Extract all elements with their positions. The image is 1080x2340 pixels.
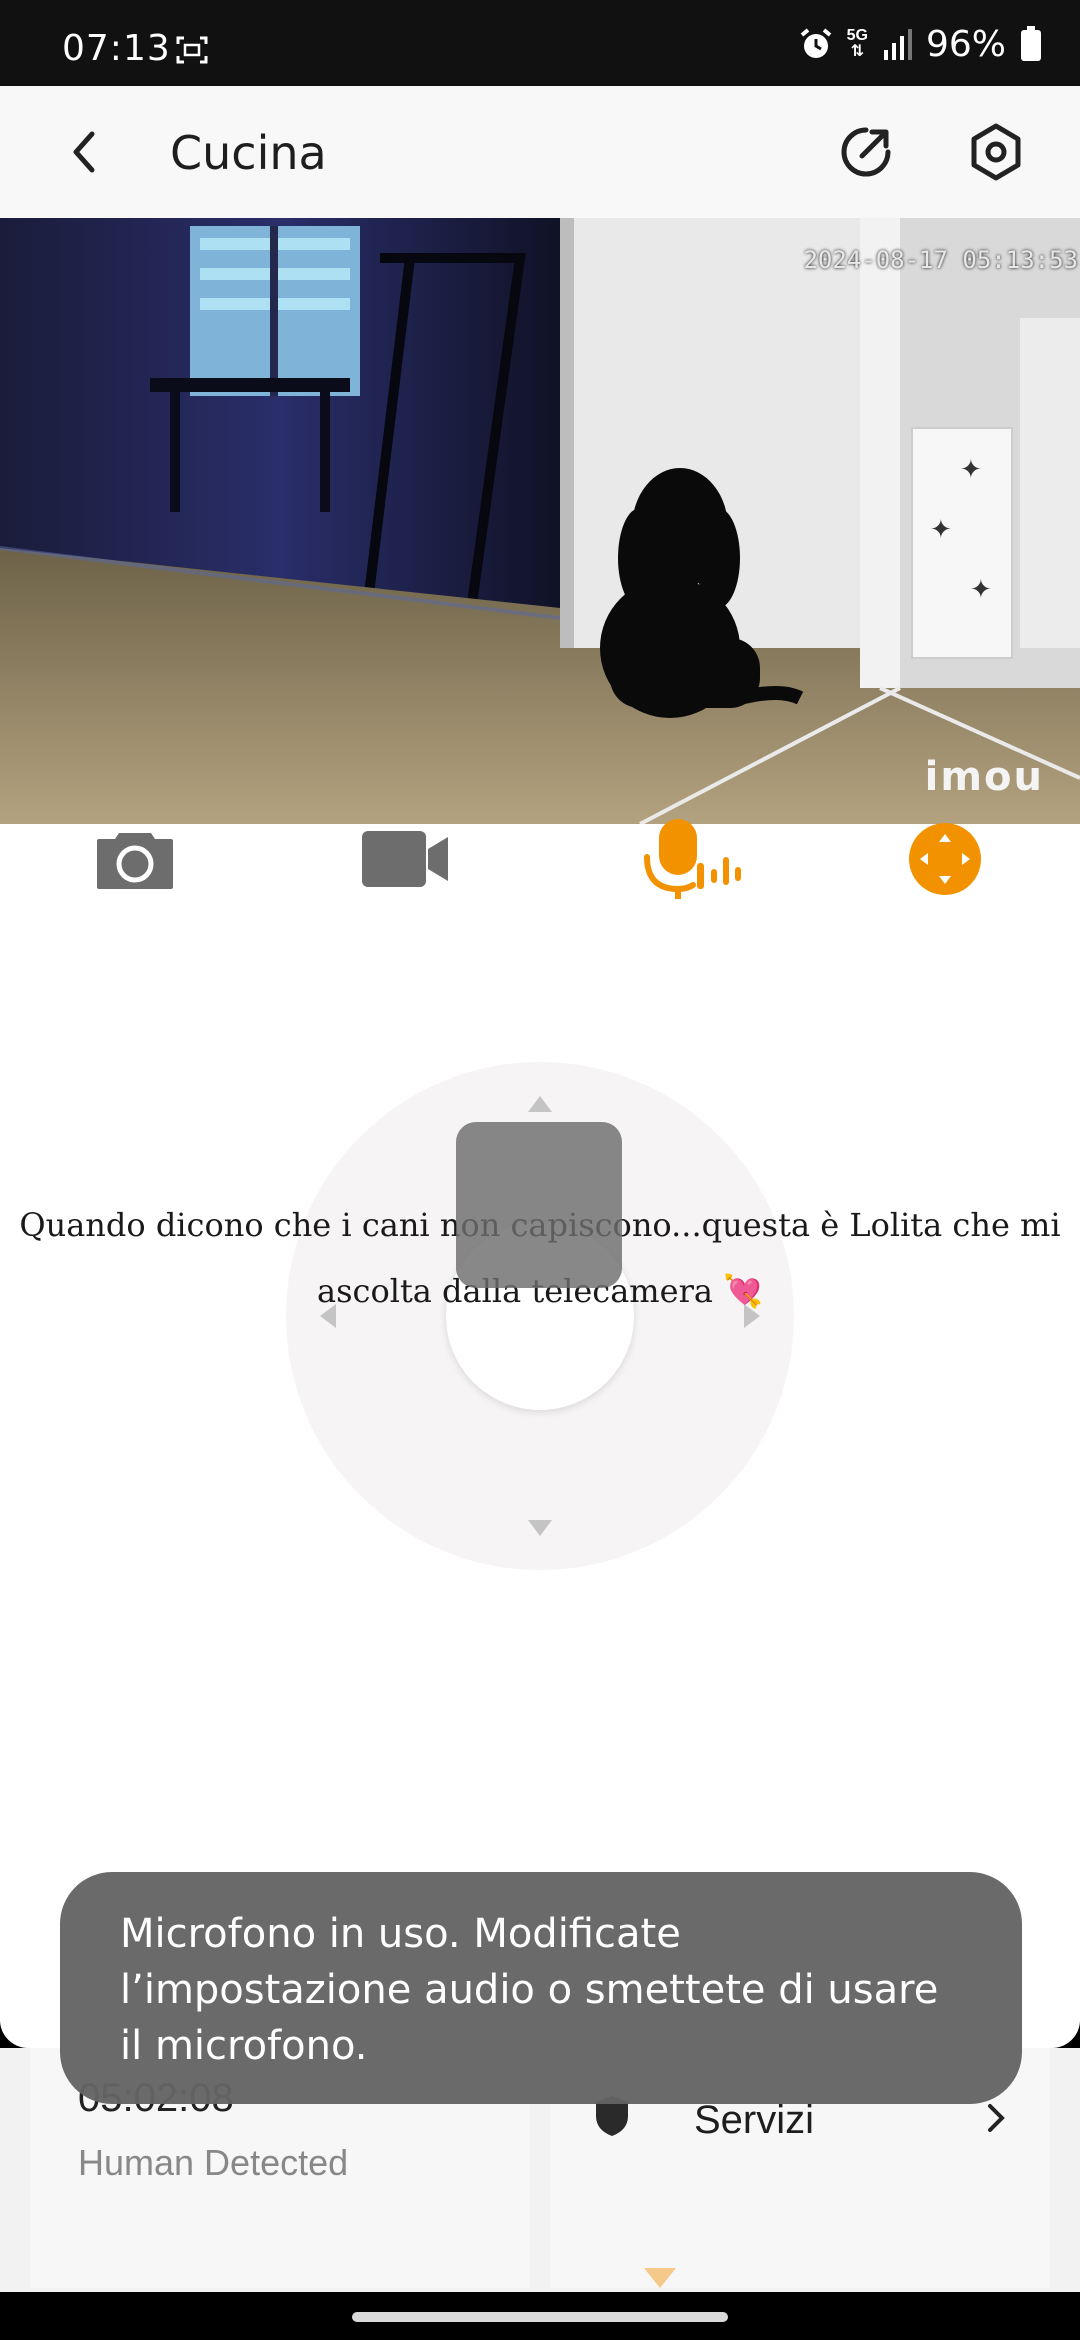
share-icon[interactable] — [836, 122, 896, 182]
battery-icon — [1021, 26, 1041, 61]
talk-button[interactable] — [636, 804, 746, 914]
record-button[interactable] — [350, 804, 460, 914]
home-indicator[interactable] — [352, 2312, 728, 2322]
video-frame: ✦ ✦ ✦ — [0, 218, 1080, 824]
svg-text:✦: ✦ — [960, 455, 982, 485]
page-title: Cucina — [170, 126, 327, 180]
event-type: Human Detected — [78, 2142, 349, 2183]
imou-watermark-logo: imou — [924, 754, 1044, 800]
status-bar: 07:13 5G ⇅ 96% — [0, 0, 1080, 86]
chevron-right-icon — [988, 2104, 1005, 2132]
live-video-feed[interactable]: ✦ ✦ ✦ 2024-08-17 05:13:53 imou — [0, 218, 1080, 824]
battery-percent: 96% — [925, 23, 1006, 65]
back-arrow-icon[interactable] — [56, 122, 116, 182]
talk-icon — [644, 819, 741, 899]
microphone-in-use-toast: Microfono in uso. Modificate l’impostazi… — [60, 1872, 1022, 2104]
video-record-icon — [362, 831, 448, 887]
control-toolbar — [0, 804, 1080, 934]
status-time: 07:13 — [62, 28, 171, 69]
toast-message: Microfono in uso. Modificate l’impostazi… — [120, 1911, 939, 2069]
signal-icon — [883, 29, 912, 60]
ptz-button[interactable] — [890, 804, 1000, 914]
screen-record-icon — [176, 36, 208, 64]
camera-icon — [97, 833, 173, 889]
camera-live-screen: Cucina ✦ ✦ ✦ 2024-08-17 05:13:53 imou Qu… — [0, 86, 1080, 2048]
svg-text:✦: ✦ — [970, 575, 992, 605]
ptz-icon — [909, 823, 981, 895]
ptz-drag-handle[interactable] — [456, 1122, 622, 1288]
alarm-icon — [800, 28, 831, 58]
video-timestamp: 2024-08-17 05:13:53 — [803, 246, 1078, 274]
ptz-down-arrow-icon[interactable] — [526, 1518, 554, 1538]
cloud-storage-icon — [644, 2268, 676, 2288]
ptz-up-arrow-icon[interactable] — [526, 1094, 554, 1114]
app-bar: Cucina — [0, 86, 1080, 218]
snapshot-button[interactable] — [80, 804, 190, 914]
network-5g-icon: 5G ⇅ — [846, 27, 868, 60]
settings-icon[interactable] — [966, 122, 1026, 182]
svg-text:✦: ✦ — [930, 515, 952, 545]
services-label: Servizi — [694, 2098, 815, 2142]
status-icons: 5G ⇅ 96% — [799, 23, 1042, 65]
